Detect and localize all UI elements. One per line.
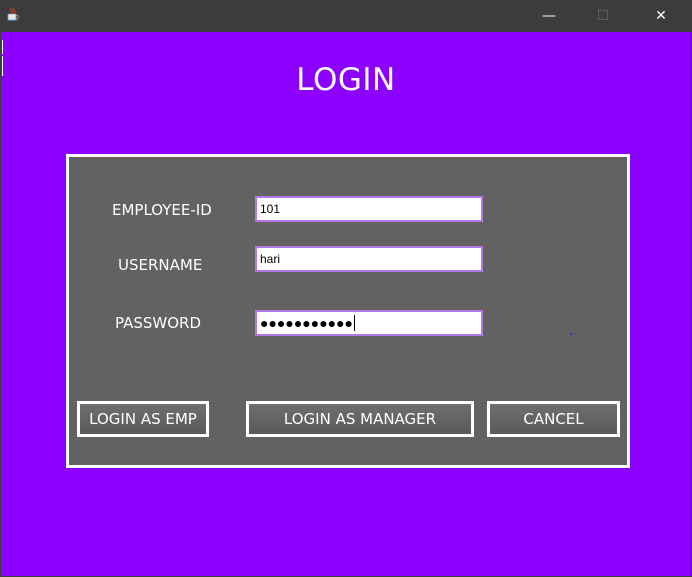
minimize-button[interactable]: —: [526, 0, 572, 32]
employee-id-field[interactable]: 101: [255, 196, 483, 222]
username-value: hari: [260, 252, 281, 266]
java-cup-icon: [5, 6, 21, 22]
maximize-icon: ☐: [596, 8, 610, 24]
cancel-label: CANCEL: [523, 410, 584, 428]
password-label: PASSWORD: [115, 314, 202, 332]
login-as-emp-label: LOGIN AS EMP: [89, 410, 197, 428]
login-as-manager-label: LOGIN AS MANAGER: [283, 410, 437, 428]
close-icon: ✕: [655, 8, 667, 24]
login-as-manager-button[interactable]: LOGIN AS MANAGER: [246, 401, 474, 437]
employee-id-label: EMPLOYEE-ID: [112, 201, 212, 219]
password-field[interactable]: ●●●●●●●●●●●: [255, 310, 483, 336]
cancel-button[interactable]: CANCEL: [487, 401, 620, 437]
username-label: USERNAME: [118, 256, 203, 274]
login-panel: EMPLOYEE-ID 101 USERNAME hari PASSWORD ●…: [66, 154, 630, 468]
employee-id-value: 101: [260, 202, 281, 216]
text-caret: [354, 315, 356, 331]
close-button[interactable]: ✕: [638, 0, 684, 32]
window-titlebar: — ☐ ✕: [0, 0, 692, 32]
maximize-button[interactable]: ☐: [580, 0, 626, 32]
stray-pixel: [570, 333, 572, 335]
password-masked-value: ●●●●●●●●●●●: [260, 315, 354, 331]
login-as-emp-button[interactable]: LOGIN AS EMP: [77, 401, 209, 437]
minimize-icon: —: [542, 8, 556, 24]
page-title: LOGIN: [296, 62, 396, 98]
username-field[interactable]: hari: [255, 246, 483, 272]
